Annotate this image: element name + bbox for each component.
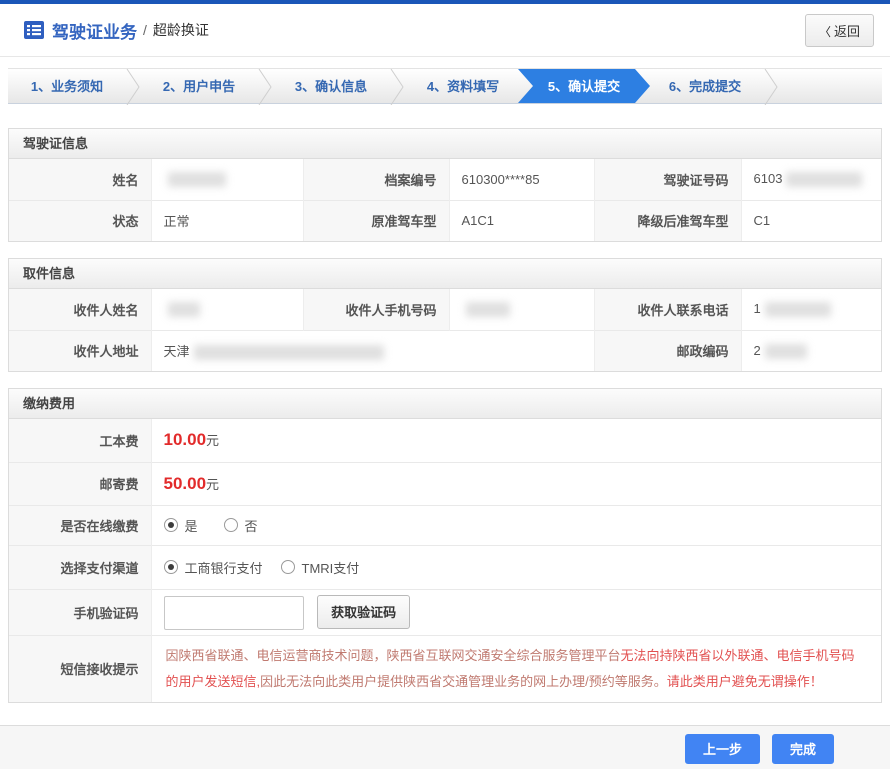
file-no-label: 档案编号 [303, 159, 449, 200]
chevron-left-icon: 〈 [819, 25, 831, 39]
captcha-label: 手机验证码 [9, 589, 151, 635]
postage-label: 邮寄费 [9, 462, 151, 505]
redacted-value [466, 302, 510, 317]
step-wizard: 1、业务须知 2、用户申告 3、确认信息 4、资料填写 5、确认提交 6、完成提… [8, 68, 882, 104]
orig-class-value: A1C1 [449, 200, 594, 241]
pickup-info-panel: 取件信息 收件人姓名 收件人手机号码 收件人联系电话 1 收件人地址 天津 邮政… [8, 258, 882, 372]
table-row: 收件人姓名 收件人手机号码 收件人联系电话 1 [9, 289, 881, 330]
recipient-address-value: 天津 [151, 330, 594, 371]
step-5-active[interactable]: 5、确认提交 [518, 69, 650, 103]
channel-options: 工商银行支付 TMRI支付 [151, 545, 881, 589]
fee-amount: 10.00 [164, 430, 207, 449]
payment-panel: 缴纳费用 工本费 10.00元 邮寄费 50.00元 是否在线缴费 是 否 选择… [8, 388, 882, 703]
postal-code-value: 2 [741, 330, 881, 371]
radio-icon [164, 560, 178, 574]
step-1[interactable]: 1、业务须知 [8, 69, 126, 103]
postal-code-label: 邮政编码 [594, 330, 741, 371]
sms-notice-text: 因陕西省联通、电信运营商技术问题，陕西省互联网交通安全综合服务管理平台无法向持陕… [151, 635, 881, 702]
recipient-phone-value: 1 [741, 289, 881, 330]
table-row: 是否在线缴费 是 否 [9, 505, 881, 545]
downgrade-class-value: C1 [741, 200, 881, 241]
file-no-value: 610300****85 [449, 159, 594, 200]
chevron-separator-icon [126, 69, 140, 103]
finish-button[interactable]: 完成 [772, 734, 834, 764]
radio-online-yes[interactable]: 是 [164, 516, 198, 535]
status-value: 正常 [151, 200, 303, 241]
prev-step-button[interactable]: 上一步 [685, 734, 760, 764]
table-row: 工本费 10.00元 [9, 419, 881, 462]
radio-icon [164, 518, 178, 532]
page-header: 驾驶证业务 / 超龄换证 〈返回 [0, 4, 890, 57]
redacted-value [168, 172, 226, 187]
recipient-name-label: 收件人姓名 [9, 289, 151, 330]
payment-title: 缴纳费用 [9, 389, 881, 419]
radio-icon [281, 560, 295, 574]
fee-label: 工本费 [9, 419, 151, 462]
fee-value: 10.00元 [151, 419, 881, 462]
radio-channel-icbc[interactable]: 工商银行支付 [164, 558, 263, 577]
breadcrumb-current: 超龄换证 [153, 20, 209, 40]
list-icon [24, 20, 44, 40]
postage-unit: 元 [206, 477, 219, 492]
back-button[interactable]: 〈返回 [805, 14, 874, 47]
redacted-value [765, 302, 831, 317]
radio-online-no[interactable]: 否 [224, 516, 258, 535]
chevron-separator-icon [258, 69, 272, 103]
downgrade-class-label: 降级后准驾车型 [594, 200, 741, 241]
radio-channel-tmri[interactable]: TMRI支付 [281, 558, 360, 577]
step-2[interactable]: 2、用户申告 [140, 69, 258, 103]
license-no-value: 6103 [741, 159, 881, 200]
sms-notice-label: 短信接收提示 [9, 635, 151, 702]
step-4[interactable]: 4、资料填写 [404, 69, 522, 103]
license-info-panel: 驾驶证信息 姓名 档案编号 610300****85 驾驶证号码 6103 状态… [8, 128, 882, 242]
captcha-field: 获取验证码 [151, 589, 881, 635]
pickup-info-table: 收件人姓名 收件人手机号码 收件人联系电话 1 收件人地址 天津 邮政编码 2 [9, 289, 881, 371]
page-title: 驾驶证业务 [52, 18, 137, 43]
postage-amount: 50.00 [164, 474, 207, 493]
license-info-table: 姓名 档案编号 610300****85 驾驶证号码 6103 状态 正常 原准… [9, 159, 881, 241]
footer-action-bar: 上一步 完成 [0, 725, 890, 769]
name-value [151, 159, 303, 200]
channel-label: 选择支付渠道 [9, 545, 151, 589]
table-row: 收件人地址 天津 邮政编码 2 [9, 330, 881, 371]
table-row: 姓名 档案编号 610300****85 驾驶证号码 6103 [9, 159, 881, 200]
breadcrumb-divider: / [143, 22, 147, 38]
postage-value: 50.00元 [151, 462, 881, 505]
online-pay-label: 是否在线缴费 [9, 505, 151, 545]
orig-class-label: 原准驾车型 [303, 200, 449, 241]
status-label: 状态 [9, 200, 151, 241]
recipient-mobile-label: 收件人手机号码 [303, 289, 449, 330]
redacted-value [194, 345, 384, 360]
captcha-input[interactable] [164, 596, 304, 630]
license-no-label: 驾驶证号码 [594, 159, 741, 200]
recipient-name-value [151, 289, 303, 330]
radio-icon [224, 518, 238, 532]
step-6[interactable]: 6、完成提交 [646, 69, 764, 103]
recipient-mobile-value [449, 289, 594, 330]
step-3[interactable]: 3、确认信息 [272, 69, 390, 103]
pickup-info-title: 取件信息 [9, 259, 881, 289]
redacted-value [786, 172, 862, 187]
get-captcha-button[interactable]: 获取验证码 [317, 595, 410, 629]
table-row: 手机验证码 获取验证码 [9, 589, 881, 635]
recipient-phone-label: 收件人联系电话 [594, 289, 741, 330]
table-row: 状态 正常 原准驾车型 A1C1 降级后准驾车型 C1 [9, 200, 881, 241]
table-row: 选择支付渠道 工商银行支付 TMRI支付 [9, 545, 881, 589]
redacted-value [765, 344, 807, 359]
table-row: 邮寄费 50.00元 [9, 462, 881, 505]
fee-unit: 元 [206, 433, 219, 448]
name-label: 姓名 [9, 159, 151, 200]
table-row: 短信接收提示 因陕西省联通、电信运营商技术问题，陕西省互联网交通安全综合服务管理… [9, 635, 881, 702]
online-pay-options: 是 否 [151, 505, 881, 545]
payment-table: 工本费 10.00元 邮寄费 50.00元 是否在线缴费 是 否 选择支付渠道 … [9, 419, 881, 702]
chevron-separator-icon [764, 69, 778, 103]
chevron-separator-icon [390, 69, 404, 103]
license-info-title: 驾驶证信息 [9, 129, 881, 159]
redacted-value [168, 302, 200, 317]
recipient-address-label: 收件人地址 [9, 330, 151, 371]
